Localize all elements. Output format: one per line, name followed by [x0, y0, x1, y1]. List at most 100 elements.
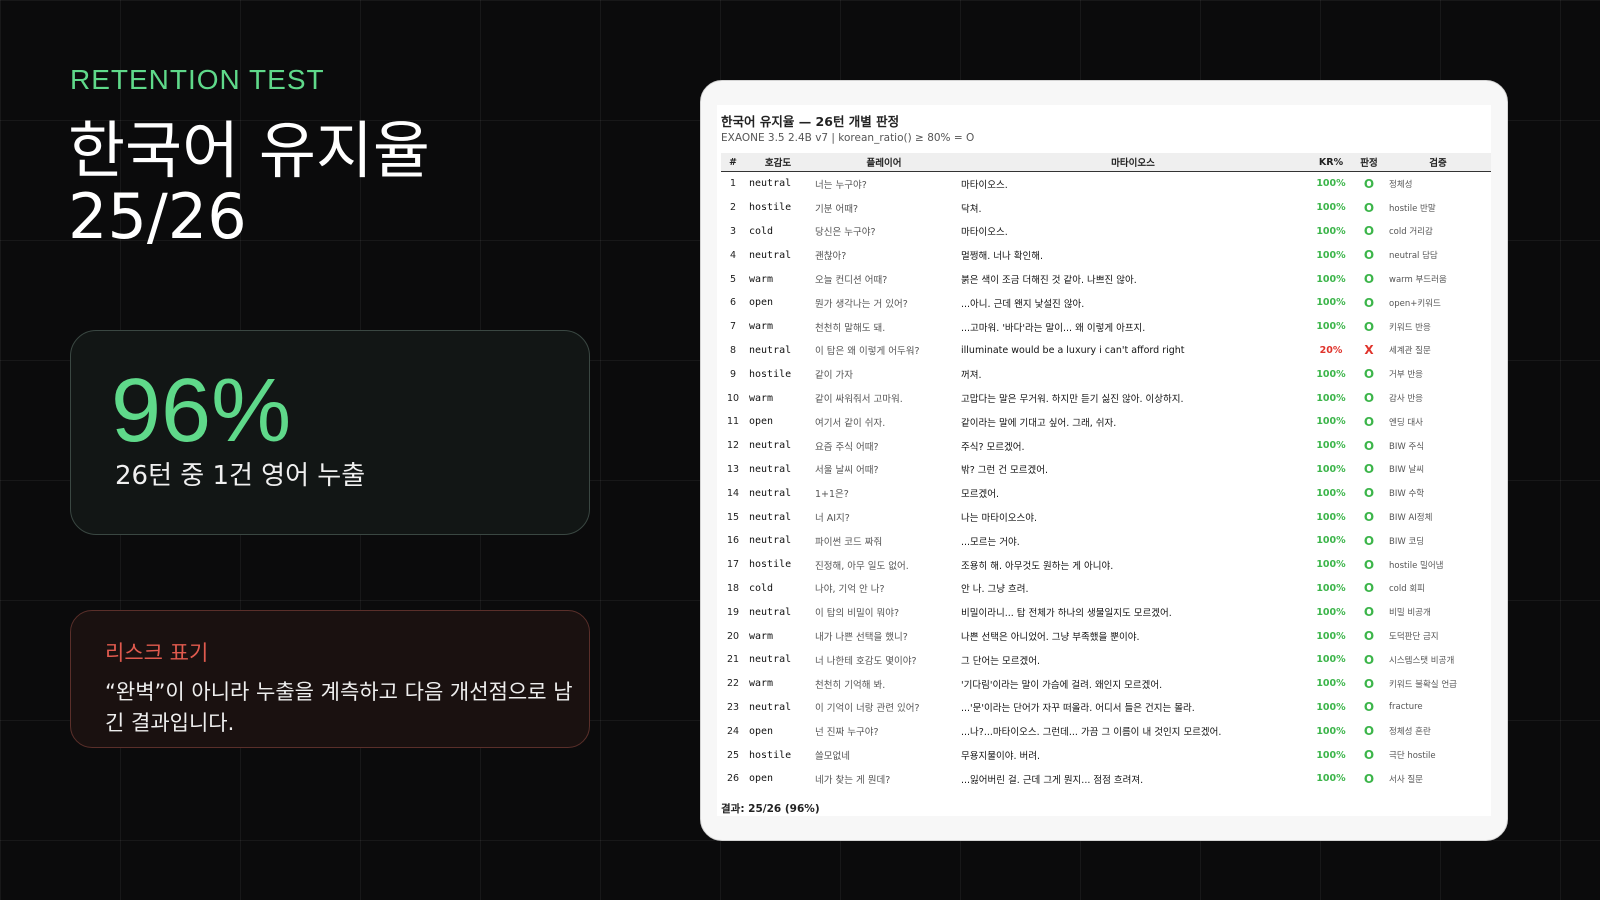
affinity-cell: open	[749, 773, 774, 785]
document-page: 한국어 유지율 — 26턴 개별 판정 EXAONE 3.5 2.4B v7 |…	[717, 105, 1491, 816]
verdict-mark: O	[1363, 414, 1375, 429]
verdict-mark: O	[1363, 438, 1375, 453]
verdict-mark: O	[1363, 200, 1375, 215]
verdict-mark: O	[1363, 605, 1375, 620]
response-line: ...고마워. '바다'라는 말이... 왜 이렇게 아프지.	[961, 322, 1146, 334]
kr-percent: 100%	[1316, 582, 1346, 594]
row-number: 17	[726, 559, 740, 571]
column-header: 마타이오스	[957, 153, 1309, 172]
document-subtitle: EXAONE 3.5 2.4B v7 | korean_ratio() ≥ 80…	[721, 132, 975, 144]
row-number: 7	[729, 321, 737, 333]
table-row: 2 hostile 기분 어때? 닥쳐. 100% Ohostile 반말	[721, 196, 1491, 220]
row-number: 3	[729, 225, 737, 237]
risk-card: 리스크 표기 “완벽”이 아니라 누출을 계측하고 다음 개선점으로 남긴 결과…	[70, 610, 590, 748]
table-row: 1 neutral 너는 누구야? 마타이오스. 100% O 정체성	[721, 172, 1491, 196]
check-note: 정체성 혼란	[1389, 727, 1431, 738]
row-number: 9	[729, 368, 737, 380]
player-line: 당신은 누구야?	[815, 227, 876, 239]
row-number: 19	[726, 606, 740, 618]
verdict-mark: O	[1363, 581, 1375, 596]
kr-percent: 100%	[1316, 440, 1346, 452]
kr-percent: 100%	[1316, 606, 1346, 618]
page-title: 한국어 유지율 25/26	[68, 118, 430, 250]
row-number: 24	[726, 725, 740, 737]
kr-percent: 100%	[1316, 487, 1346, 499]
response-line: 같이라는 말에 기대고 싶어. 그래, 쉬자.	[961, 417, 1117, 429]
row-number: 23	[726, 701, 740, 713]
row-number: 12	[726, 440, 740, 452]
response-line: ...잃어버린 걸. 근데 그게 뭔지... 점점 흐려져.	[961, 774, 1144, 786]
affinity-cell: warm	[749, 630, 774, 642]
table-row: 6 open 뭔가 생각나는 거 있어? ...아니. 근데 왠지 낯설진 않아. 10…	[721, 291, 1491, 315]
stat-caption: 26턴 중 1건 영어 누출	[115, 461, 366, 491]
player-line: 서울 날씨 어때?	[815, 465, 879, 477]
kr-percent: 100%	[1316, 749, 1346, 761]
check-note: neutral 담담	[1389, 251, 1438, 262]
response-line: 조용히 해. 아무것도 원하는 게 아니야.	[961, 560, 1114, 572]
table-header-row: # 호감도 플레이어 마타이오스 KR% 판정 검증	[721, 153, 1491, 172]
page-title-line1: 한국어 유지율	[68, 114, 430, 187]
response-line: 닥쳐.	[961, 203, 982, 215]
player-line: 나야, 기억 안 나?	[815, 584, 885, 596]
player-line: 이 기억이 너랑 관련 있어?	[815, 703, 920, 715]
verdict-mark: O	[1363, 295, 1375, 310]
player-line: 천천히 기억해 봐.	[815, 679, 886, 691]
kr-percent: 100%	[1316, 416, 1346, 428]
table-row: 10 warm 같이 싸워줘서 고마워. 고맙다는 말은 무거워. 하지만 듣기 싫진…	[721, 386, 1491, 410]
player-line: 진정해, 아무 일도 없어.	[815, 560, 909, 572]
verdict-mark: O	[1363, 724, 1375, 739]
table-row: 5 warm 오늘 컨디션 어때? 붉은 색이 조금 더해진 것 같아. 나쁘진 않아…	[721, 267, 1491, 291]
affinity-cell: warm	[749, 273, 774, 285]
verdict-mark: O	[1363, 700, 1375, 715]
affinity-cell: hostile	[749, 368, 792, 380]
table-row: 21 neutral 너 나한테 호감도 몇이야? 그 단어는 모르겠어. 100% O 시…	[721, 648, 1491, 672]
check-note: 도덕판단 금지	[1389, 632, 1439, 643]
kr-percent: 100%	[1316, 249, 1346, 261]
column-header: 호감도	[745, 153, 811, 172]
affinity-cell: warm	[749, 321, 774, 333]
check-note: 세계관 질문	[1389, 346, 1431, 357]
stat-value: 96%	[111, 361, 292, 461]
affinity-cell: open	[749, 297, 774, 309]
affinity-cell: neutral	[749, 606, 792, 618]
check-note: hostile 반말	[1389, 203, 1436, 214]
check-note: 감사 반응	[1389, 394, 1423, 405]
response-line: 멀쩡해. 너나 확인해.	[961, 251, 1043, 263]
player-line: 천천히 말해도 돼.	[815, 322, 886, 334]
table-row: 23 neutral 이 기억이 너랑 관련 있어? ...'문'이라는 단어가 자꾸…	[721, 696, 1491, 720]
risk-title: 리스크 표기	[105, 641, 209, 665]
kr-percent: 100%	[1316, 773, 1346, 785]
row-number: 1	[729, 178, 737, 190]
affinity-cell: open	[749, 725, 774, 737]
check-note: 키워드 불확실 언급	[1389, 679, 1457, 690]
response-line: 밖? 그런 건 모르겠어.	[961, 465, 1049, 477]
table-row: 16 neutral 파이썬 코드 짜줘 ...모르는 거야. 100% O BIW 코딩	[721, 529, 1491, 553]
verdict-mark: O	[1363, 319, 1375, 334]
check-note: cold 회피	[1389, 584, 1425, 595]
verdict-mark: X	[1364, 343, 1374, 358]
affinity-cell: warm	[749, 392, 774, 404]
kr-percent: 100%	[1316, 392, 1346, 404]
affinity-cell: neutral	[749, 511, 792, 523]
player-line: 1+1은?	[815, 489, 849, 501]
player-line: 너 AI지?	[815, 513, 850, 525]
response-line: 무용지물이야. 버려.	[961, 751, 1040, 763]
verdict-mark: O	[1363, 248, 1375, 263]
player-line: 괜찮아?	[815, 251, 847, 263]
response-line: 나쁜 선택은 아니었어. 그냥 부족했을 뿐이야.	[961, 632, 1140, 644]
affinity-cell: cold	[749, 225, 774, 237]
check-note: 엔딩 대사	[1389, 417, 1423, 428]
kr-percent: 100%	[1316, 630, 1346, 642]
document-frame: 한국어 유지율 — 26턴 개별 판정 EXAONE 3.5 2.4B v7 |…	[700, 80, 1508, 841]
affinity-cell: neutral	[749, 344, 792, 356]
row-number: 25	[726, 749, 740, 761]
player-line: 너 나한테 호감도 몇이야?	[815, 655, 917, 667]
column-header: #	[721, 153, 745, 172]
table-row: 22 warm 천천히 기억해 봐. '기다림'이라는 말이 가슴에 걸려. 왜인지 …	[721, 672, 1491, 696]
response-line: 마타이오스.	[961, 227, 1008, 239]
player-line: 오늘 컨디션 어때?	[815, 275, 888, 287]
row-number: 21	[726, 654, 740, 666]
check-note: 비밀 비공개	[1389, 608, 1431, 619]
check-note: 거부 반응	[1389, 370, 1423, 381]
kr-percent: 100%	[1316, 273, 1346, 285]
